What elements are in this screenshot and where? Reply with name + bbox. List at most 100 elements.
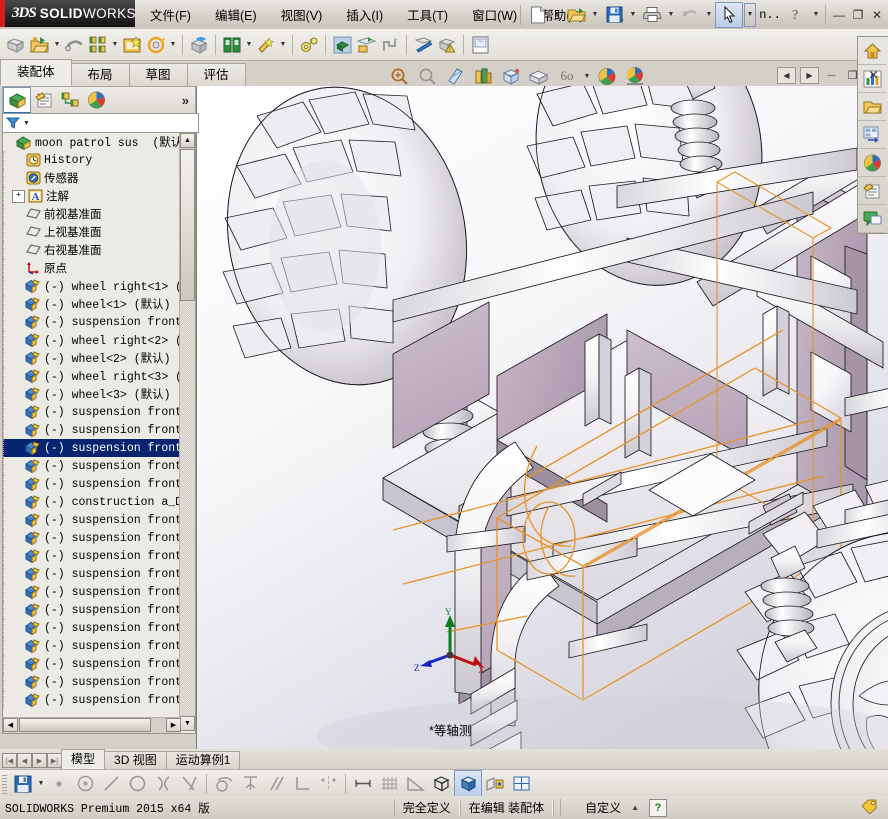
close-button[interactable]: ✕ <box>868 4 886 26</box>
tree-expander-icon[interactable]: + <box>12 189 25 203</box>
zoom-to-area-icon[interactable] <box>386 64 412 88</box>
tree-item[interactable]: (-) suspension front 06< <box>3 673 179 691</box>
graphics-viewport[interactable]: Y X Z *等轴测 <box>196 86 888 749</box>
shaded-with-edges-icon[interactable] <box>454 770 482 797</box>
tree-item[interactable]: (-) suspension front 02< <box>3 439 179 457</box>
view-settings-dropdown-arrow[interactable]: ▼ <box>582 64 592 88</box>
file-explorer-icon[interactable] <box>858 93 886 121</box>
display-style-icon[interactable] <box>498 64 524 88</box>
doc-tab-model[interactable]: 模型 <box>61 749 106 769</box>
check-assembly-icon[interactable]: ! <box>435 33 459 57</box>
collinear-icon[interactable] <box>98 771 124 796</box>
concentric-icon[interactable] <box>124 771 150 796</box>
tree-item[interactable]: (-) wheel right<2> (默认 <box>3 331 179 349</box>
forum-icon[interactable] <box>858 205 886 233</box>
help-status-icon[interactable]: ? <box>649 798 668 817</box>
appearances-scenes-icon[interactable] <box>858 149 886 177</box>
help-dropdown-arrow[interactable]: ▼ <box>811 3 821 27</box>
interference-detection-icon[interactable] <box>411 33 435 57</box>
previous-document-button[interactable]: ◀ <box>777 66 796 84</box>
tree-item[interactable]: (-) wheel right<1> (默认 <box>3 277 179 295</box>
select-tool-dropdown-arrow[interactable]: ▼ <box>744 2 756 27</box>
tree-item[interactable]: (-) suspension front 04< <box>3 529 179 547</box>
tree-item[interactable]: (-) suspension front 06< <box>3 601 179 619</box>
tree-item[interactable]: (-) suspension front 03< <box>3 457 179 475</box>
motion-study-dropdown-arrow[interactable]: ▼ <box>278 33 288 57</box>
midpoint-icon[interactable] <box>237 771 263 796</box>
open-document-button[interactable] <box>563 3 589 27</box>
new-motion-study-icon[interactable] <box>254 33 278 57</box>
tree-item[interactable]: (-) suspension front 02< <box>3 421 179 439</box>
show-hidden-components-icon[interactable] <box>187 33 211 57</box>
tree-item[interactable]: (-) suspension front 05< <box>3 547 179 565</box>
move-component-icon[interactable] <box>144 33 168 57</box>
save-dropdown-arrow-icon[interactable]: ▼ <box>36 772 46 796</box>
tree-item[interactable]: (-) suspension front 06< <box>3 655 179 673</box>
tree-item[interactable]: 传感器 <box>3 169 179 187</box>
hidden-lines-icon[interactable] <box>428 771 454 796</box>
assembly-features-dropdown-arrow[interactable]: ▼ <box>244 33 254 57</box>
tree-item[interactable]: (-) construction a_Defau <box>3 493 179 511</box>
units-dropdown-arrow-icon[interactable]: ▲ <box>631 803 639 812</box>
tree-item[interactable]: History <box>3 151 179 169</box>
doc-tab-motion-study[interactable]: 运动算例1 <box>165 751 241 769</box>
bill-of-materials-icon[interactable] <box>297 33 321 57</box>
new-document-button[interactable] <box>525 3 551 27</box>
scroll-track-vertical[interactable] <box>180 301 195 715</box>
tree-item[interactable]: (-) suspension front 03< <box>3 475 179 493</box>
scroll-up-button[interactable]: ▲ <box>180 133 195 148</box>
feature-tree-horizontal-scrollbar[interactable]: ◀ ▶ <box>3 717 181 733</box>
feature-tree-tab[interactable] <box>3 86 31 114</box>
tangent-icon[interactable] <box>211 771 237 796</box>
tree-item[interactable]: (-) suspension front 06< <box>3 565 179 583</box>
tree-item[interactable]: (-) suspension front 06< <box>3 583 179 601</box>
custom-properties-icon[interactable] <box>858 177 886 205</box>
exploded-view-icon[interactable] <box>330 33 354 57</box>
menu-edit[interactable]: 编辑(E) <box>212 3 260 26</box>
angle-icon[interactable] <box>176 771 202 796</box>
coincident-icon[interactable] <box>72 771 98 796</box>
tree-item[interactable]: + A 注解 <box>3 187 179 205</box>
feature-tree[interactable]: moon patrol sus (默认<默认 History 传感器 + A 注解前视基… <box>2 132 196 734</box>
filter-dropdown-arrow-icon[interactable]: ▼ <box>23 120 30 127</box>
display-manager-tab[interactable] <box>83 88 109 112</box>
tree-item[interactable]: 右视基准面 <box>3 241 179 259</box>
move-component-dropdown-arrow[interactable]: ▼ <box>168 33 178 57</box>
restore-button[interactable]: ❐ <box>849 4 867 26</box>
units-selector[interactable]: 自定义 <box>561 799 631 816</box>
menu-insert[interactable]: 插入(I) <box>343 3 386 26</box>
next-document-button[interactable]: ▶ <box>800 66 819 84</box>
menu-view[interactable]: 视图(V) <box>278 3 326 26</box>
minimize-document-button[interactable]: — <box>823 68 840 83</box>
linear-component-pattern-icon[interactable] <box>86 33 110 57</box>
tree-item[interactable]: (-) wheel<1> (默认) <box>3 295 179 313</box>
tag-icon[interactable] <box>861 799 878 817</box>
assembly-features-icon[interactable] <box>220 33 244 57</box>
undo-dropdown-arrow[interactable]: ▼ <box>704 3 714 27</box>
tree-item[interactable]: (-) suspension front 06< <box>3 619 179 637</box>
perpendicular-icon[interactable] <box>289 771 315 796</box>
next-tab-button[interactable]: ▶ <box>32 753 47 768</box>
tree-item[interactable]: 前视基准面 <box>3 205 179 223</box>
last-tab-button[interactable]: ▶| <box>47 753 62 768</box>
pattern-dropdown-arrow[interactable]: ▼ <box>110 33 120 57</box>
menu-window[interactable]: 窗口(W) <box>469 3 520 26</box>
scroll-thumb-horizontal[interactable] <box>19 718 151 732</box>
undo-button[interactable] <box>677 3 703 27</box>
print-dropdown-arrow[interactable]: ▼ <box>666 3 676 27</box>
restore-document-button[interactable]: ❐ <box>844 68 861 83</box>
tree-item[interactable]: (-) wheel<3> (默认) <box>3 385 179 403</box>
new-document-dropdown-arrow[interactable]: ▼ <box>552 3 562 27</box>
tree-item[interactable]: (-) wheel<2> (默认) <box>3 349 179 367</box>
configuration-manager-tab[interactable] <box>57 88 83 112</box>
feature-tree-vertical-scrollbar[interactable]: ▲ ▼ <box>179 133 195 731</box>
viewports-icon[interactable] <box>508 771 534 796</box>
menu-tools[interactable]: 工具(T) <box>404 3 451 26</box>
feature-tree-filter[interactable]: ▼ <box>2 113 199 133</box>
scroll-thumb-vertical[interactable] <box>180 149 195 301</box>
print-button[interactable] <box>639 3 665 27</box>
apply-scene-icon[interactable] <box>622 64 648 88</box>
view-orientation-icon[interactable] <box>470 64 496 88</box>
tree-item[interactable]: (-) suspension front 01s <box>3 313 179 331</box>
view-palette-icon[interactable] <box>858 121 886 149</box>
